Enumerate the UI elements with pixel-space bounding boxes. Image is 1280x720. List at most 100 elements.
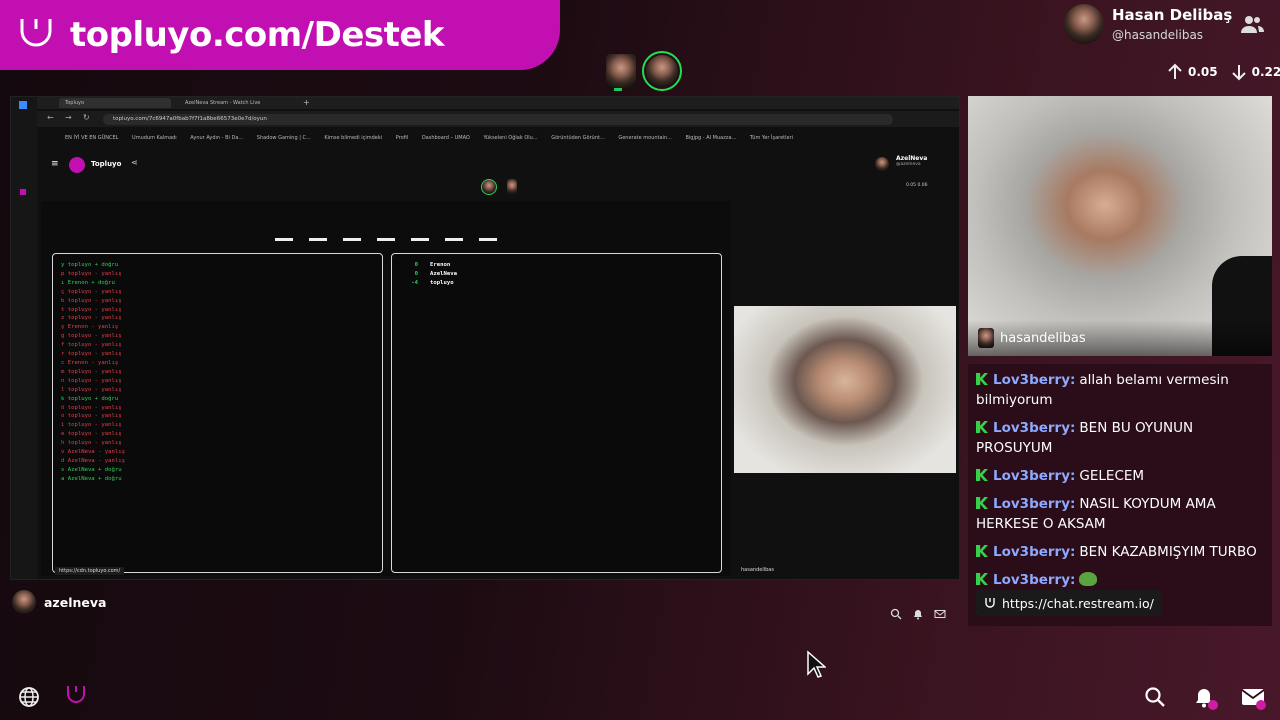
guess-log-entry: ç topluyo - yanlış [61, 288, 122, 295]
webcam-label: hasandelibas [968, 320, 1272, 356]
share-icon[interactable]: ⋖ [131, 158, 138, 167]
bell-icon[interactable] [912, 608, 924, 620]
bookmark[interactable]: Profil [396, 135, 408, 141]
bottom-username: azelneva [44, 594, 107, 610]
bookmark[interactable]: Kimse bilmedi içimdeki [324, 135, 382, 141]
topluyo-icon [985, 598, 995, 608]
chat-username[interactable]: Lov3berry: [993, 496, 1075, 512]
profile-handle: @hasandelibas [1112, 28, 1204, 42]
guess-log-entry: v AzelNeva - yanlış [61, 449, 125, 456]
os-sidebar [11, 97, 37, 579]
bottom-user[interactable]: azelneva [12, 590, 106, 614]
bookmark[interactable]: Generate mountain... [618, 135, 672, 141]
guess-log-entry: ş Erenon - yanlış [61, 324, 119, 331]
kick-icon [976, 497, 988, 509]
kick-icon [976, 573, 988, 585]
globe-icon[interactable] [18, 686, 40, 708]
chat-panel: Lov3berry: allah belamı vermesin bilmiyor… [968, 364, 1272, 626]
bookmark[interactable]: EN İYİ VE EN GÜNCEL [65, 135, 118, 141]
people-icon[interactable] [1240, 14, 1264, 34]
restream-link[interactable]: https://chat.restream.io/ [976, 590, 1162, 616]
guess-log-entry: y topluyo + doğru [61, 262, 119, 268]
guess-log-entry: ı Erenon + doğru [61, 279, 115, 286]
score-player: Erenon [430, 262, 451, 268]
guess-log-entry: m topluyo - yanlış [61, 368, 122, 375]
inner-profile-handle: @azelneva [896, 162, 921, 167]
guess-log-entry: ö topluyo - yanlış [61, 404, 122, 411]
new-tab-icon[interactable]: + [303, 98, 310, 107]
support-banner[interactable]: topluyo.com/Destek [0, 0, 560, 70]
browser-tab[interactable]: Topluyo [59, 98, 171, 108]
chat-username[interactable]: Lov3berry: [993, 372, 1075, 388]
guess-log-entry: i topluyo - yanlış [61, 422, 122, 429]
score-player: topluyo [430, 279, 454, 286]
guess-log-entry: z topluyo - yanlış [61, 315, 122, 322]
app-icon[interactable] [20, 189, 26, 195]
speaking-indicator [614, 88, 622, 91]
score-value: -4 [411, 279, 418, 286]
kick-icon [976, 421, 988, 433]
bookmark[interactable]: Bigjpg - AI Muazza... [685, 135, 736, 141]
participant-avatar[interactable] [606, 54, 636, 90]
avatar [12, 590, 36, 614]
participant-avatar-active[interactable] [642, 51, 682, 91]
bookmark[interactable]: Aynur Aydın - Bi Da... [190, 135, 243, 141]
guess-log-entry: k topluyo + doğru [61, 395, 119, 402]
webcam-feed-guest [734, 306, 956, 473]
site-logo-icon [69, 157, 85, 173]
webcam-username: hasandelibas [1000, 330, 1086, 346]
mouse-cursor-icon [807, 650, 826, 678]
chat-message: Lov3berry: GELECEM [976, 466, 1264, 486]
status-url: https://cdn.topluyo.com/ [55, 567, 125, 575]
chat-username[interactable]: Lov3berry: [993, 468, 1075, 484]
url-field[interactable]: topluyo.com/7c6947a0fbab7f7f1a8be66573e0… [103, 114, 893, 125]
bookmark[interactable]: Görüntüden Görünt... [551, 135, 605, 141]
inner-network-stats: 0.05 0.06 [906, 183, 928, 188]
mini-toolbar [890, 608, 946, 620]
search-icon[interactable] [890, 608, 902, 620]
host-label: hasandelibas [741, 567, 774, 573]
arrow-down-icon [1231, 65, 1246, 81]
kick-icon [976, 545, 988, 557]
windows-icon[interactable] [19, 101, 27, 109]
browser-tab[interactable]: AzelNeva Stream - Watch Live [179, 98, 291, 108]
nav-forward-icon[interactable]: → [65, 113, 72, 122]
search-icon[interactable] [1144, 686, 1166, 708]
nav-back-icon[interactable]: ← [47, 113, 54, 122]
guess-log-entry: a AzelNeva + doğru [61, 475, 122, 482]
guess-log-entry: e topluyo - yanlış [61, 431, 122, 438]
bookmark[interactable]: Shadow Gaming | C... [257, 135, 311, 141]
mail-badge [1256, 700, 1266, 710]
browser-tab-bar: Topluyo AzelNeva Stream - Watch Live + [11, 97, 959, 109]
guess-log-entry: n topluyo - yanlış [61, 377, 122, 384]
profile-name: Hasan Delibaş [1112, 6, 1233, 24]
guess-log-entry: t topluyo - yanlış [61, 306, 122, 313]
guess-log-entry: l topluyo - yanlış [61, 386, 122, 393]
user-profile[interactable]: Hasan Delibaş @hasandelibas [1064, 4, 1232, 44]
chat-username[interactable]: Lov3berry: [993, 572, 1075, 588]
chat-username[interactable]: Lov3berry: [993, 544, 1075, 560]
guess-log-panel: y topluyo + doğru p topluyo - yanlış ı Ere… [52, 253, 383, 573]
kick-icon [976, 373, 988, 385]
chat-username[interactable]: Lov3berry: [993, 420, 1075, 436]
avatar [875, 157, 889, 171]
bookmark[interactable]: Dashboard – UMAO [422, 135, 470, 141]
avatar [1064, 4, 1104, 44]
inner-profile: AzelNeva @azelneva [896, 155, 927, 167]
frog-emote-icon [1079, 572, 1098, 586]
avatar [978, 328, 994, 348]
guess-log-entry: c Erenon - yanlış [61, 359, 119, 366]
word-blanks [275, 238, 497, 241]
bookmark[interactable]: Yükseleni Oğlak Olu... [483, 135, 537, 141]
reload-icon[interactable]: ↻ [83, 113, 90, 122]
topluyo-logo-icon[interactable] [64, 684, 88, 708]
menu-icon[interactable]: ≡ [51, 159, 59, 169]
guess-log-entry: h topluyo - yanlış [61, 440, 122, 447]
mail-icon[interactable] [934, 608, 946, 620]
chat-message: Lov3berry: NASIL KOYDUM AMA HERKESE O AKS… [976, 494, 1264, 534]
guess-log-entry: o topluyo - yanlış [61, 413, 122, 420]
bookmark[interactable]: Umudum Kalmadı [132, 135, 177, 141]
score-row: 0 Erenon [410, 261, 703, 270]
chat-message: Lov3berry: [976, 570, 1264, 590]
bookmark[interactable]: Tüm Yer İşaretleri [750, 135, 793, 141]
